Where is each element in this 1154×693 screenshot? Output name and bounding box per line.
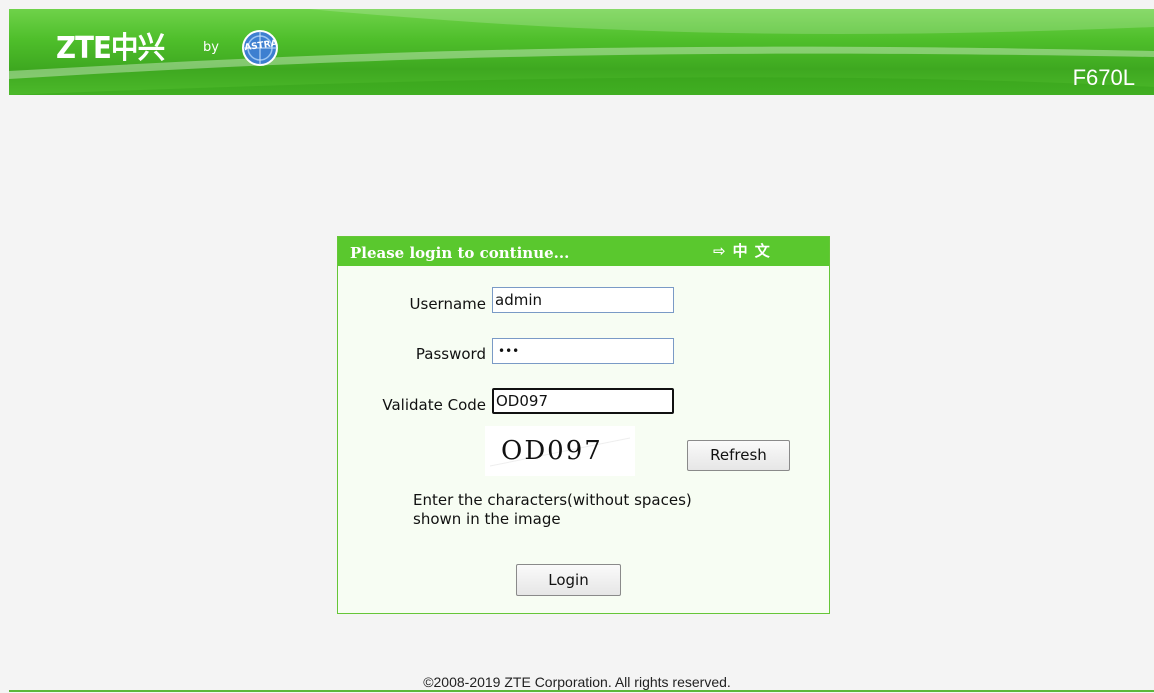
captcha-hint-line-2: shown in the image — [413, 510, 561, 528]
arrow-right-icon: ⇨ — [713, 242, 727, 260]
password-mask: ••• — [498, 344, 520, 358]
astra-logo: ASTRA — [229, 27, 291, 69]
captcha-text: OD097 — [501, 436, 603, 466]
password-label: Password — [415, 345, 486, 363]
zte-logo: ZTE中兴 — [56, 31, 165, 66]
language-label: 中 文 — [732, 242, 771, 260]
validate-code-label: Validate Code — [382, 396, 486, 414]
captcha-image: OD097 — [485, 426, 635, 476]
login-button[interactable]: Login — [516, 564, 621, 596]
refresh-captcha-button[interactable]: Refresh — [687, 440, 790, 471]
by-label: by — [203, 40, 219, 55]
captcha-hint-line-1: Enter the characters(without spaces) — [413, 491, 692, 509]
username-input[interactable] — [492, 287, 674, 313]
captcha-hint: Enter the characters(without spaces) sho… — [413, 491, 773, 529]
model-name: F670L — [1072, 65, 1135, 90]
footer-divider — [9, 690, 1154, 692]
header-swoosh-decoration — [9, 9, 1154, 95]
language-switch-link[interactable]: ⇨ 中 文 — [713, 242, 771, 260]
password-input[interactable]: ••• — [492, 338, 674, 364]
login-title: Please login to continue... — [350, 244, 570, 262]
header-banner: ZTE中兴 by ASTRA F670L — [9, 9, 1154, 95]
copyright-text: ©2008-2019 ZTE Corporation. All rights r… — [423, 674, 731, 690]
login-panel: Please login to continue... ⇨ 中 文 Usernam… — [337, 236, 830, 614]
login-panel-header: Please login to continue... ⇨ 中 文 — [338, 237, 829, 266]
username-label: Username — [409, 295, 486, 313]
validate-code-input[interactable] — [492, 388, 674, 414]
